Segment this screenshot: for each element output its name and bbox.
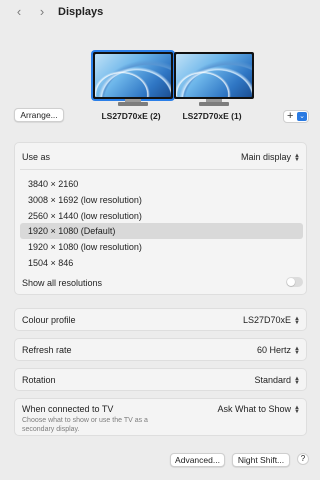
resolution-option-selected[interactable]: 1920 × 1080 (Default) [20, 223, 303, 239]
refresh-rate-value: 60 Hertz [257, 345, 292, 355]
wallpaper-image [95, 54, 171, 97]
when-connected-label: When connected to TV [22, 404, 114, 414]
resolution-option[interactable]: 3008 × 1692 (low resolution) [20, 192, 303, 208]
night-shift-button[interactable]: Night Shift... [232, 453, 290, 467]
resolution-option[interactable]: 2560 × 1440 (low resolution) [20, 208, 303, 224]
show-all-resolutions-toggle[interactable] [286, 277, 303, 287]
refresh-rate-select[interactable]: 60 Hertz ▲ ▼ [200, 345, 300, 356]
when-connected-select[interactable]: Ask What to Show ▲ ▼ [180, 404, 300, 415]
display-thumbnail-1[interactable] [174, 52, 254, 108]
monitor-base [118, 102, 148, 106]
arrange-button[interactable]: Arrange... [14, 108, 64, 122]
toggle-knob [287, 278, 295, 286]
use-as-value: Main display [241, 152, 292, 162]
resolution-option[interactable]: 3840 × 2160 [20, 176, 303, 192]
refresh-rate-label: Refresh rate [22, 345, 72, 355]
display-label-2[interactable]: LS27D70xE (2) [91, 111, 171, 121]
stepper-icon: ▲ ▼ [294, 152, 300, 163]
advanced-button[interactable]: Advanced... [170, 453, 225, 467]
colour-profile-value: LS27D70xE [243, 315, 292, 325]
when-connected-description: Choose what to show or use the TV as a s… [22, 417, 148, 433]
colour-profile-select[interactable]: LS27D70xE ▲ ▼ [200, 315, 300, 326]
chevron-down-icon: ⌄ [297, 112, 307, 121]
stepper-icon: ▲ ▼ [294, 375, 300, 386]
use-as-label: Use as [22, 152, 51, 162]
wallpaper-image [176, 54, 252, 97]
resolution-option[interactable]: 1920 × 1080 (low resolution) [20, 239, 303, 255]
use-as-select[interactable]: Main display ▲ ▼ [200, 152, 300, 163]
forward-button[interactable]: › [35, 5, 49, 19]
display-thumbnail-2[interactable] [93, 52, 173, 108]
divider [20, 169, 303, 170]
resolution-option[interactable]: 1504 × 846 [20, 255, 303, 271]
stepper-icon: ▲ ▼ [294, 404, 300, 415]
plus-icon: + [287, 110, 294, 122]
rotation-select[interactable]: Standard ▲ ▼ [200, 375, 300, 386]
help-button[interactable]: ? [297, 453, 309, 465]
rotation-value: Standard [254, 375, 292, 385]
monitor-base [199, 102, 229, 106]
when-connected-value: Ask What to Show [217, 404, 292, 414]
add-display-button[interactable]: + ⌄ [283, 110, 309, 123]
page-title: Displays [58, 6, 104, 18]
show-all-resolutions-label: Show all resolutions [22, 278, 103, 288]
colour-profile-label: Colour profile [22, 315, 76, 325]
stepper-icon: ▲ ▼ [294, 315, 300, 326]
display-label-1[interactable]: LS27D70xE (1) [172, 111, 252, 121]
stepper-icon: ▲ ▼ [294, 345, 300, 356]
rotation-label: Rotation [22, 375, 56, 385]
back-button[interactable]: ‹ [12, 5, 26, 19]
